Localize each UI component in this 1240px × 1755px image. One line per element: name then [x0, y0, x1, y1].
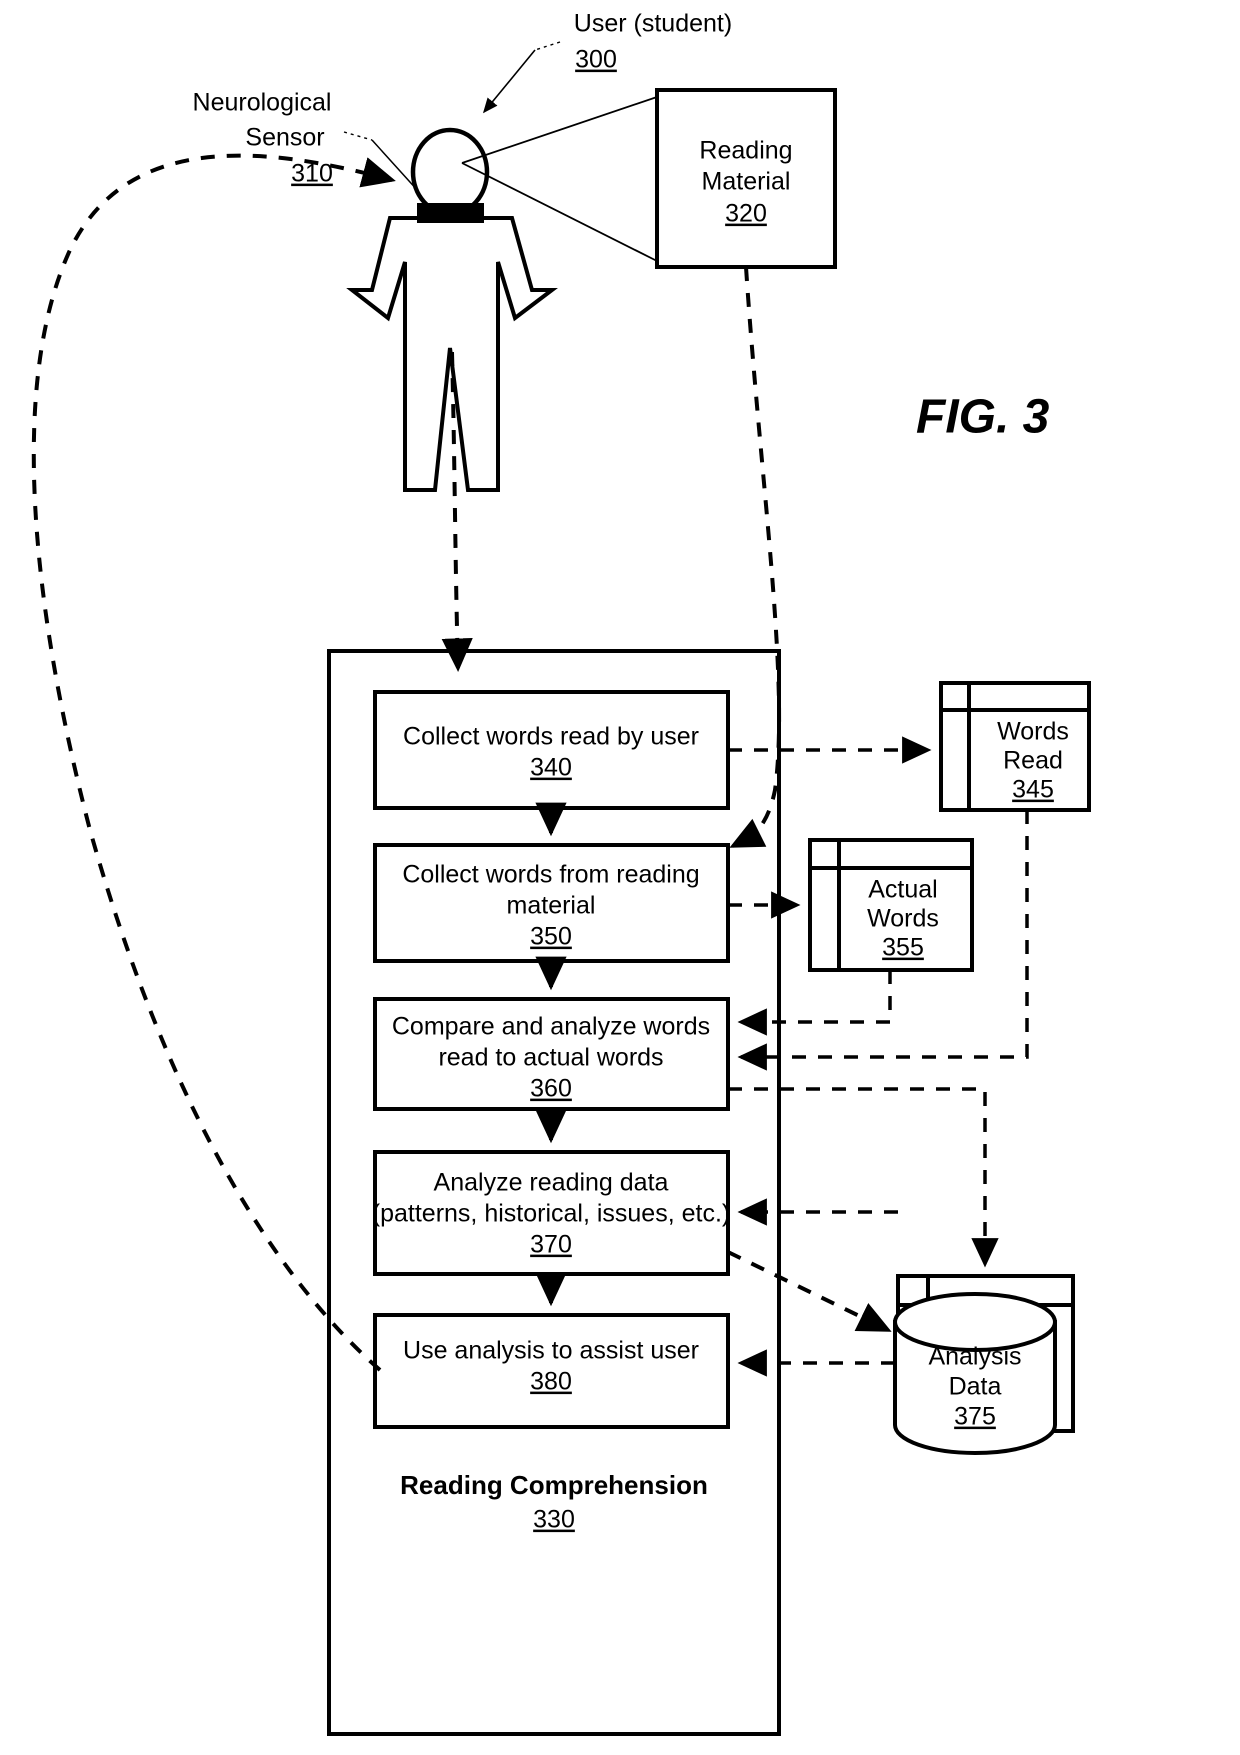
step-360-line2: read to actual words — [438, 1044, 663, 1072]
step-380-ref: 380 — [530, 1368, 572, 1396]
sight-line-bottom — [461, 162, 658, 262]
step-340-line1: Collect words read by user — [403, 723, 699, 751]
person-head — [410, 127, 490, 217]
sensor-annotation-line1: Neurological — [193, 89, 332, 117]
step-350-line1: Collect words from reading — [402, 861, 699, 889]
reading-material-ref: 320 — [725, 200, 767, 228]
step-360-line1: Compare and analyze words — [392, 1013, 710, 1041]
store-345-line1: Words — [997, 718, 1069, 746]
step-370-line2: (patterns, historical, issues, etc.) — [372, 1200, 730, 1228]
store-345-line2: Read — [1003, 747, 1063, 775]
step-350-ref: 350 — [530, 923, 572, 951]
user-leader-line — [482, 49, 536, 114]
step-360-ref: 360 — [530, 1075, 572, 1103]
step-340-ref: 340 — [530, 754, 572, 782]
patent-figure-3: FIG. 3 User (student) 300 Neurological S… — [0, 0, 1240, 1755]
step-370-ref: 370 — [530, 1231, 572, 1259]
figure-label: FIG. 3 — [916, 391, 1050, 444]
sight-line-top — [461, 96, 658, 164]
step-380-line1: Use analysis to assist user — [403, 1337, 699, 1365]
store-355-line1: Actual — [868, 876, 937, 904]
user-annotation-line1: User (student) — [574, 10, 732, 38]
reading-material-line1: Reading — [699, 137, 792, 165]
sensor-annotation-line2: Sensor — [245, 124, 324, 152]
store-375-ref: 375 — [954, 1403, 996, 1431]
store-375-line1: Analysis — [928, 1343, 1021, 1371]
reading-comprehension-ref: 330 — [533, 1506, 575, 1534]
reading-material-line2: Material — [702, 168, 791, 196]
user-leader-dash — [534, 41, 561, 51]
store-375-line2: Data — [949, 1373, 1002, 1401]
sensor-leader-dash — [343, 131, 373, 141]
store-355-line2: Words — [867, 905, 939, 933]
figure-canvas: FIG. 3 User (student) 300 Neurological S… — [31, 10, 1091, 1736]
user-annotation-ref: 300 — [575, 46, 617, 74]
step-350-line2: material — [507, 892, 596, 920]
store-355-ref: 355 — [882, 934, 924, 962]
step-370-line1: Analyze reading data — [434, 1169, 669, 1197]
store-345-ref: 345 — [1012, 776, 1054, 804]
reading-comprehension-title: Reading Comprehension — [400, 1470, 708, 1500]
